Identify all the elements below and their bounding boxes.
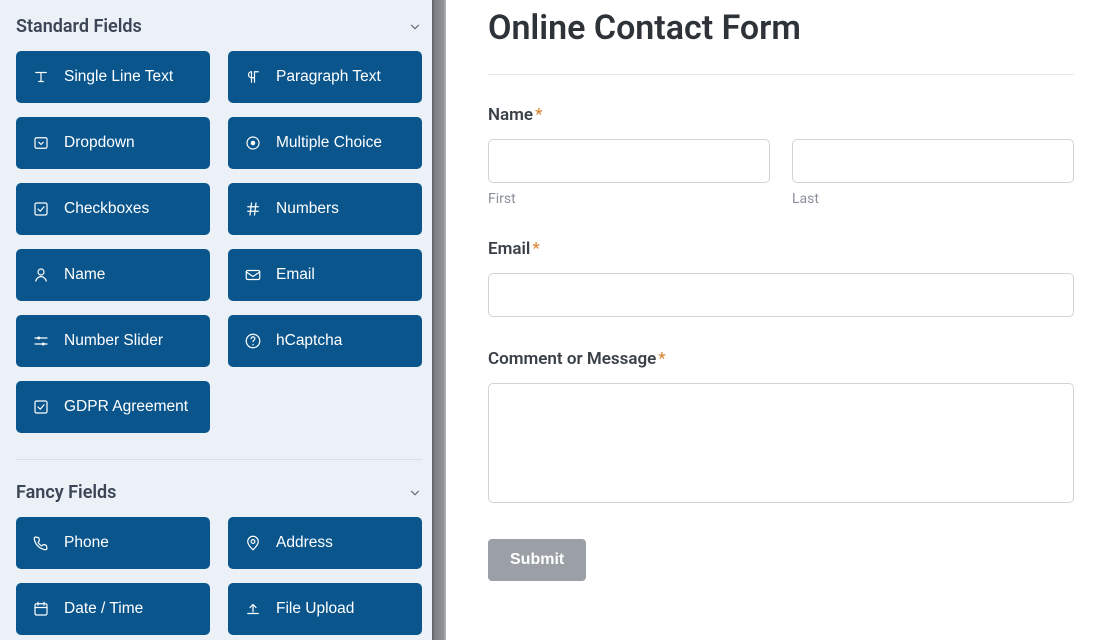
form-title: Online Contact Form <box>488 8 1074 75</box>
fields-section-header[interactable]: Fancy Fields <box>16 480 422 517</box>
field-type-button[interactable]: Address <box>228 517 422 569</box>
hash-icon <box>244 200 262 218</box>
field-comment: Comment or Message* <box>488 349 1074 507</box>
chevron-down-icon <box>408 486 422 500</box>
field-type-button[interactable]: Email <box>228 249 422 301</box>
section-title: Standard Fields <box>16 16 142 37</box>
sidebar-resize-gutter[interactable] <box>432 0 446 640</box>
field-type-label: GDPR Agreement <box>64 398 188 416</box>
field-type-label: Numbers <box>276 200 339 218</box>
field-type-label: Multiple Choice <box>276 134 382 152</box>
last-name-sublabel: Last <box>792 191 1074 207</box>
field-type-label: Number Slider <box>64 332 163 350</box>
field-type-label: File Upload <box>276 600 354 618</box>
field-email: Email* <box>488 239 1074 317</box>
radio-icon <box>244 134 262 152</box>
email-input[interactable] <box>488 273 1074 317</box>
field-type-button[interactable]: File Upload <box>228 583 422 635</box>
section-title: Fancy Fields <box>16 482 116 503</box>
required-asterisk: * <box>658 349 665 369</box>
comment-label: Comment or Message* <box>488 349 1074 369</box>
form-preview: Online Contact Form Name* First Last Ema… <box>446 0 1116 640</box>
field-type-button[interactable]: Number Slider <box>16 315 210 367</box>
checkbox-icon <box>32 398 50 416</box>
text-icon <box>32 68 50 86</box>
field-type-button[interactable]: Dropdown <box>16 117 210 169</box>
first-name-input[interactable] <box>488 139 770 183</box>
calendar-icon <box>32 600 50 618</box>
field-type-label: Phone <box>64 534 109 552</box>
phone-icon <box>32 534 50 552</box>
field-type-button[interactable]: Single Line Text <box>16 51 210 103</box>
field-type-button[interactable]: Phone <box>16 517 210 569</box>
field-type-button[interactable]: Name <box>16 249 210 301</box>
pin-icon <box>244 534 262 552</box>
paragraph-icon <box>244 68 262 86</box>
required-asterisk: * <box>535 105 542 125</box>
first-name-sublabel: First <box>488 191 770 207</box>
field-type-label: Single Line Text <box>64 68 173 86</box>
field-type-button[interactable]: hCaptcha <box>228 315 422 367</box>
field-type-button[interactable]: Date / Time <box>16 583 210 635</box>
field-type-button[interactable]: Checkboxes <box>16 183 210 235</box>
fields-sidebar: Standard Fields Single Line Text Paragraph… <box>0 0 432 640</box>
field-type-button[interactable]: Numbers <box>228 183 422 235</box>
email-label: Email* <box>488 239 1074 259</box>
user-icon <box>32 266 50 284</box>
upload-icon <box>244 600 262 618</box>
slider-icon <box>32 332 50 350</box>
field-type-label: hCaptcha <box>276 332 342 350</box>
field-type-button[interactable]: Multiple Choice <box>228 117 422 169</box>
field-type-button[interactable]: Paragraph Text <box>228 51 422 103</box>
field-type-label: Paragraph Text <box>276 68 381 86</box>
field-type-label: Name <box>64 266 105 284</box>
field-type-label: Email <box>276 266 315 284</box>
question-icon <box>244 332 262 350</box>
field-type-label: Checkboxes <box>64 200 149 218</box>
last-name-input[interactable] <box>792 139 1074 183</box>
dropdown-icon <box>32 134 50 152</box>
fields-section-header[interactable]: Standard Fields <box>16 14 422 51</box>
field-type-label: Address <box>276 534 333 552</box>
name-label: Name* <box>488 105 1074 125</box>
fields-grid: Phone Address Date / Time File Upload <box>16 517 422 640</box>
fields-grid: Single Line Text Paragraph Text Dropdown Mu… <box>16 51 422 460</box>
field-type-label: Dropdown <box>64 134 135 152</box>
field-name: Name* First Last <box>488 105 1074 207</box>
comment-textarea[interactable] <box>488 383 1074 503</box>
field-type-label: Date / Time <box>64 600 143 618</box>
chevron-down-icon <box>408 20 422 34</box>
field-type-button[interactable]: GDPR Agreement <box>16 381 210 433</box>
checkbox-icon <box>32 200 50 218</box>
submit-button[interactable]: Submit <box>488 539 586 581</box>
required-asterisk: * <box>532 239 539 259</box>
envelope-icon <box>244 266 262 284</box>
